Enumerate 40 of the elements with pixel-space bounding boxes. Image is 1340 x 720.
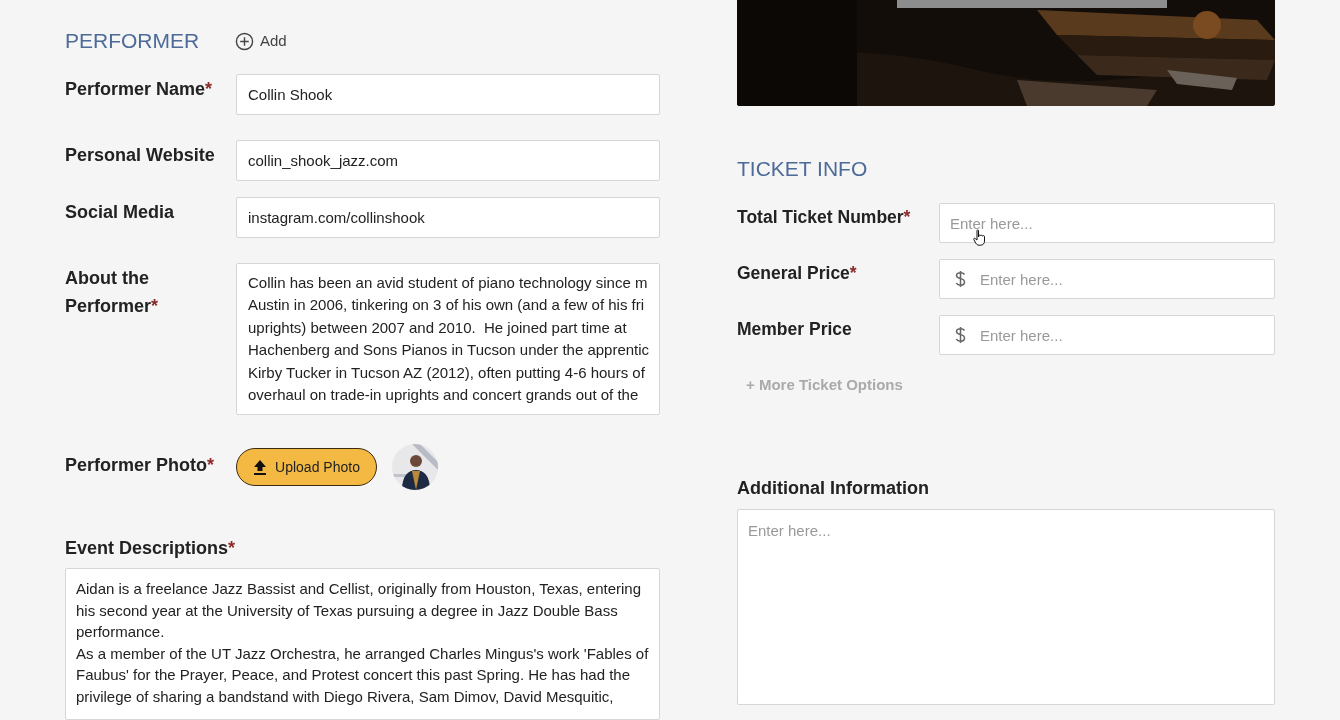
text-line: performance. <box>76 622 166 642</box>
text-line: Aidan is a freelance Jazz Bassist and Cellist, originally from Houston, Texas, entering <box>76 579 642 599</box>
text-line: Hachenberg and Sons Pianos in Tucson under the apprentic <box>248 340 651 361</box>
dollar-icon <box>955 326 966 344</box>
text-field[interactable]: Collin Shook <box>236 74 660 115</box>
field-label: Member Price <box>737 318 853 341</box>
field-label: Event Descriptions* <box>65 537 236 560</box>
text-line: As a member of the UT Jazz Orchestra, he arranged Charles Mingus's work 'Fables of <box>76 643 650 664</box>
text-field[interactable]: Enter here... <box>939 259 1275 299</box>
add-button[interactable]: Add <box>235 29 287 53</box>
text-area[interactable] <box>236 263 660 415</box>
section-heading: TICKET INFO <box>737 156 869 182</box>
field-label: Additional Information <box>737 476 930 500</box>
text-line: Austin in 2006, tinkering on 3 of his own (and a few of his fri <box>248 295 646 316</box>
text-line: uprights) between 2007 and 2010. He joined part time at <box>248 317 628 338</box>
hand-cursor-icon <box>973 229 986 246</box>
field-label: Performer Photo* <box>65 454 216 477</box>
text-line: Kirby Tucker in Tucson AZ (2012), often putting 4-6 hours of <box>248 362 646 383</box>
text-line: Faubus' for the Prayer, Peace, and Protest concert this past Spring. He has had the <box>76 665 631 685</box>
upload-icon <box>253 459 268 475</box>
text-area[interactable] <box>65 568 660 720</box>
field-label: Social Media <box>65 201 176 224</box>
upload-button[interactable]: Upload Photo <box>236 448 377 486</box>
text-line: his second year at the University of Texas pursuing a degree in Jazz Double Bass <box>76 600 619 621</box>
dollar-icon <box>955 270 966 288</box>
field-label: Performer Name* <box>65 78 214 101</box>
field-label: General Price* <box>737 262 858 285</box>
field-label: Total Ticket Number* <box>737 206 912 229</box>
text-line: privilege of sharing a bandstand with Diego Rivera, Sam Dimov, David Mesquitic, <box>76 686 615 707</box>
text-field[interactable]: Enter here... <box>939 315 1275 355</box>
section-heading: PERFORMER <box>65 28 201 55</box>
field-label: About the Performer* <box>65 267 160 318</box>
field-label: Personal Website <box>65 144 216 167</box>
text-line: Collin has been an avid student of piano technology since m <box>248 273 649 293</box>
text-area[interactable]: Enter here... <box>737 508 1275 705</box>
text-field[interactable]: Enter here... <box>939 203 1275 243</box>
text-line: overhaul on trade-in uprights and concert grands out of the <box>248 385 640 406</box>
text-field[interactable]: instagram.com/collinshook <box>236 197 660 238</box>
text-field[interactable]: collin_shook_jazz.com <box>236 140 660 181</box>
add-icon <box>235 31 254 51</box>
